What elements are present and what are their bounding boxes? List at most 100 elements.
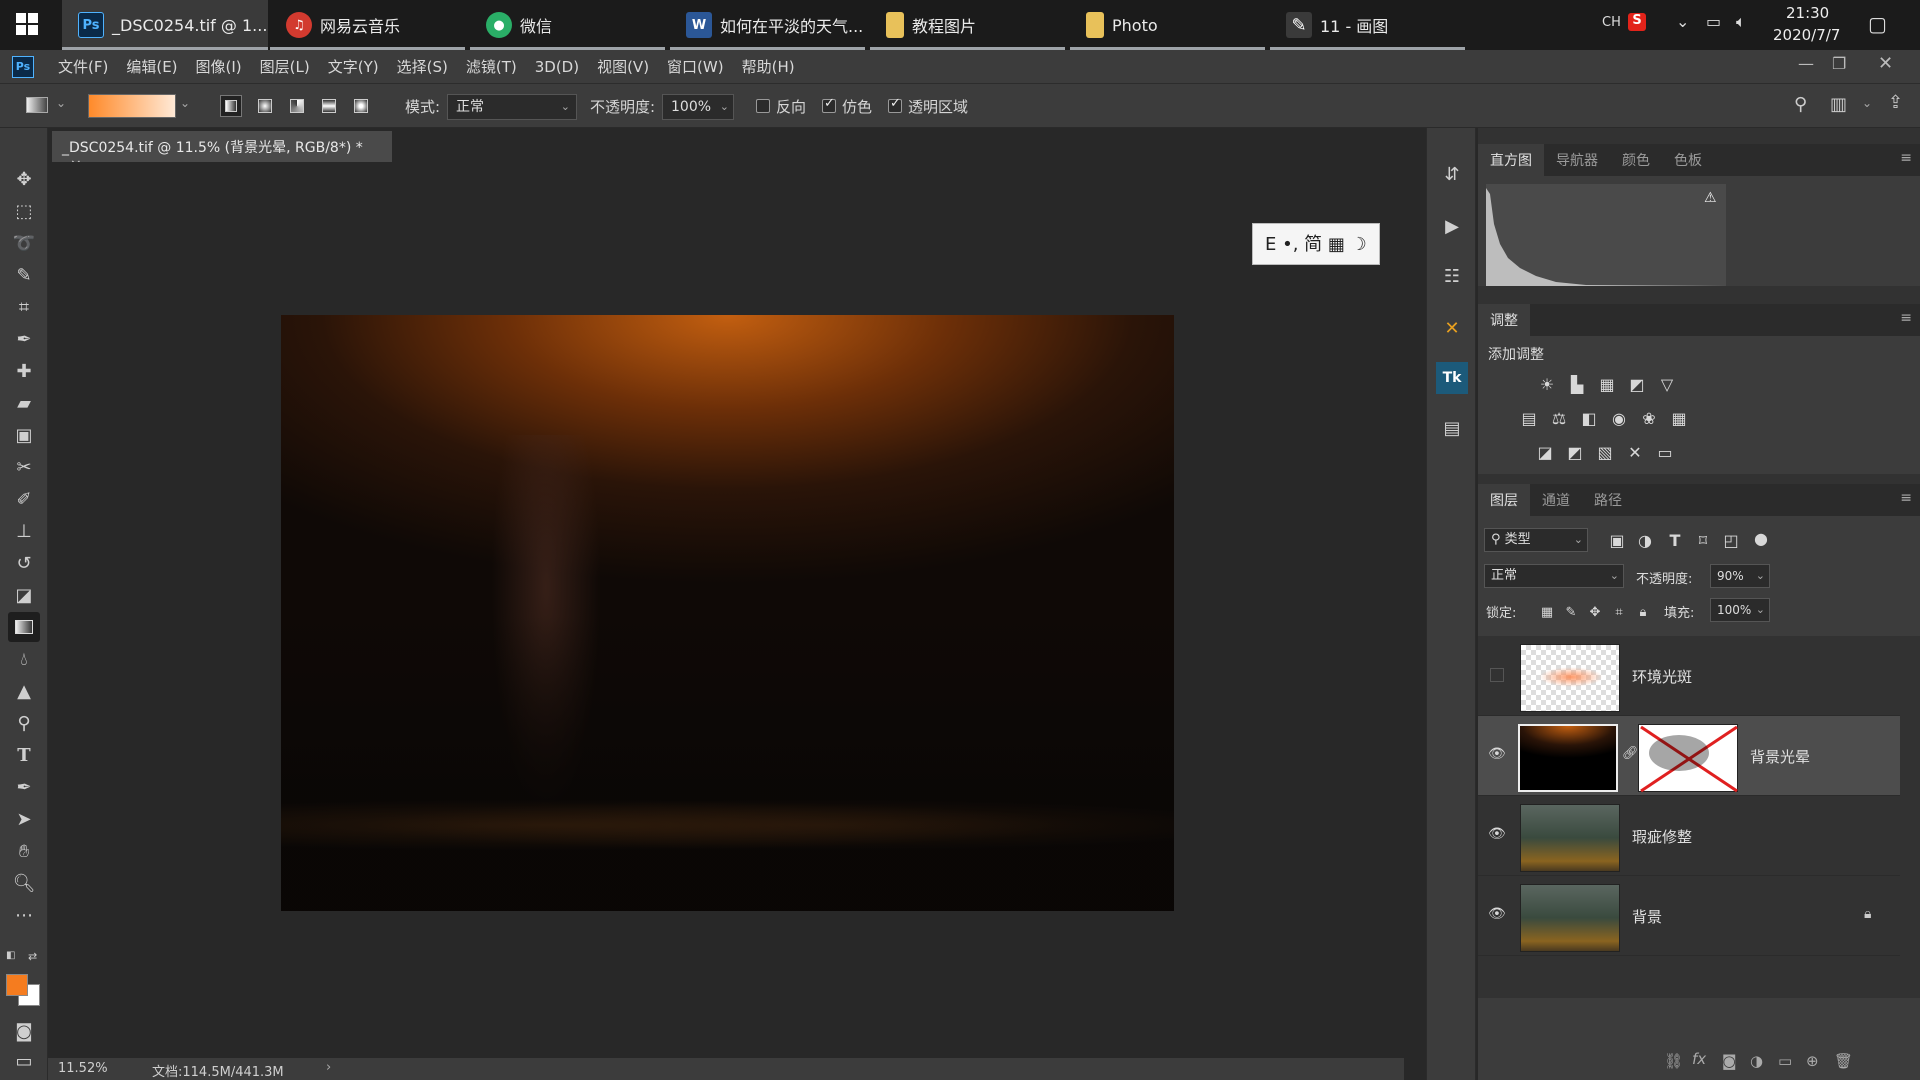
screen-mode-icon[interactable]: ▭: [8, 1046, 40, 1076]
gradient-tool-preset-icon[interactable]: [26, 97, 48, 113]
move-tool-icon[interactable]: ✥: [8, 164, 40, 194]
vibrance-icon[interactable]: ▽: [1656, 374, 1678, 394]
brightness-contrast-icon[interactable]: ☀: [1536, 374, 1558, 394]
volume-icon[interactable]: 🔈︎: [1736, 12, 1746, 32]
more-tools-icon[interactable]: ⋯: [8, 900, 40, 930]
zoom-level[interactable]: 11.52%: [58, 1061, 108, 1076]
selective-color-icon[interactable]: ✕: [1624, 442, 1646, 462]
filter-adjustment-icon[interactable]: ◑: [1634, 530, 1656, 550]
document-tab[interactable]: _DSC0254.tif @ 11.5% (背景光晕, RGB/8*) * ×: [52, 131, 392, 173]
menu-3d[interactable]: 3D(D): [535, 58, 579, 76]
task-paint[interactable]: ✎ 11 - 画图: [1270, 0, 1465, 50]
channel-mixer-icon[interactable]: ❀: [1638, 408, 1660, 428]
layer-name[interactable]: 环境光斑: [1632, 666, 1692, 687]
tab-swatches[interactable]: 色板: [1662, 144, 1714, 176]
task-photoshop[interactable]: Ps _DSC0254.tif @ 1...: [62, 0, 268, 50]
layer-thumbnail[interactable]: [1520, 644, 1620, 712]
lock-position-icon[interactable]: ✥: [1584, 602, 1606, 622]
filter-pixel-icon[interactable]: ▣: [1606, 530, 1628, 550]
tab-histogram[interactable]: 直方图: [1478, 144, 1544, 176]
quick-mask-icon[interactable]: ◙: [8, 1016, 40, 1046]
doc-info[interactable]: 文档:114.5M/441.3M: [152, 1061, 284, 1080]
new-adjustment-icon[interactable]: ◑: [1750, 1052, 1763, 1070]
search-icon[interactable]: ⚲: [1794, 94, 1807, 115]
layer-filter-select[interactable]: ⚲ 类型 ⌄: [1484, 528, 1588, 552]
layer-row[interactable]: 👁︎ 瑕疵修整: [1478, 796, 1900, 876]
layer-opacity-field[interactable]: 90% ⌄: [1710, 564, 1770, 588]
task-folder-photo[interactable]: Photo: [1070, 0, 1265, 50]
swap-colors-icon[interactable]: ⇄: [28, 950, 37, 963]
gradient-picker[interactable]: [88, 94, 176, 118]
type-tool-icon[interactable]: T: [8, 740, 40, 770]
blur-tool-icon[interactable]: 💧︎: [8, 644, 40, 674]
eye-icon[interactable]: 👁︎: [1488, 826, 1508, 842]
menu-filter[interactable]: 滤镜(T): [466, 56, 517, 77]
restore-icon[interactable]: ❐: [1832, 54, 1846, 73]
filter-shape-icon[interactable]: ⌑: [1692, 530, 1714, 550]
menu-file[interactable]: 文件(F): [58, 56, 108, 77]
color-lookup-icon[interactable]: ▦: [1668, 408, 1690, 428]
transparency-checkbox[interactable]: [888, 96, 902, 113]
actions-play-icon[interactable]: ▶: [1436, 210, 1468, 242]
chevron-down-icon[interactable]: ⌄: [56, 96, 66, 110]
eraser-tool-icon[interactable]: ◪: [8, 580, 40, 610]
workspace-icon[interactable]: ▥: [1830, 94, 1847, 115]
linear-gradient-button[interactable]: [220, 95, 242, 117]
ime-status-badge[interactable]: E •, 简 ▦ ☽: [1252, 223, 1380, 265]
link-icon[interactable]: 🔗︎: [1622, 746, 1639, 761]
menu-edit[interactable]: 编辑(E): [126, 56, 177, 77]
layer-thumbnail[interactable]: [1520, 804, 1620, 872]
history-panel-icon[interactable]: ⇵: [1436, 158, 1468, 190]
close-icon[interactable]: ✕: [1878, 53, 1893, 74]
brush-settings-icon[interactable]: ✕: [1436, 312, 1468, 344]
marquee-tool-icon[interactable]: ⬚: [8, 196, 40, 226]
color-balance-icon[interactable]: ⚖: [1548, 408, 1570, 428]
lock-artboard-icon[interactable]: ⌗: [1608, 602, 1630, 622]
radial-gradient-button[interactable]: [254, 95, 276, 117]
mode-select[interactable]: 正常 ⌄: [447, 94, 577, 120]
tab-layers[interactable]: 图层: [1478, 484, 1530, 516]
new-group-icon[interactable]: ▭: [1778, 1052, 1792, 1070]
chevron-down-icon[interactable]: ⌄: [180, 96, 190, 110]
levels-icon[interactable]: ▙: [1566, 374, 1588, 394]
lock-pixels-icon[interactable]: ✎: [1560, 602, 1582, 622]
path-selection-tool-icon[interactable]: ➤: [8, 804, 40, 834]
blend-mode-select[interactable]: 正常 ⌄: [1484, 564, 1624, 588]
menu-image[interactable]: 图像(I): [196, 56, 242, 77]
reverse-checkbox[interactable]: [756, 99, 770, 113]
eyedropper-tool-icon[interactable]: ✒: [8, 324, 40, 354]
zoom-tool-icon[interactable]: 🔍︎: [8, 868, 40, 898]
plugin-tk-icon[interactable]: Tk: [1436, 362, 1468, 394]
exposure-icon[interactable]: ◩: [1626, 374, 1648, 394]
gradient-tool-icon[interactable]: [8, 612, 40, 642]
chevron-down-icon[interactable]: ⌄: [1862, 96, 1872, 110]
task-netease-music[interactable]: ♫ 网易云音乐: [270, 0, 465, 50]
black-white-icon[interactable]: ◧: [1578, 408, 1600, 428]
visibility-toggle[interactable]: [1490, 668, 1504, 682]
history-brush-tool-icon[interactable]: ↺: [8, 548, 40, 578]
menu-window[interactable]: 窗口(W): [667, 56, 724, 77]
layer-thumbnail[interactable]: [1518, 724, 1618, 792]
menu-view[interactable]: 视图(V): [597, 56, 649, 77]
fill-field[interactable]: 100% ⌄: [1710, 598, 1770, 622]
lock-all-icon[interactable]: 🔒︎: [1632, 602, 1654, 622]
chevron-up-icon[interactable]: ⌄: [1676, 12, 1689, 31]
panel-menu-icon[interactable]: ≡: [1900, 150, 1912, 166]
language-indicator[interactable]: CH: [1602, 15, 1621, 30]
warning-icon[interactable]: ⚠: [1704, 190, 1717, 206]
lasso-tool-icon[interactable]: ➰: [8, 228, 40, 258]
minimize-icon[interactable]: —: [1798, 54, 1814, 73]
frame-tool-icon[interactable]: ▣: [8, 420, 40, 450]
crop-tool-icon[interactable]: ⌗: [8, 292, 40, 322]
layer-row[interactable]: 👁︎ 🔗︎ 背景光晕: [1478, 716, 1900, 796]
foreground-color-swatch[interactable]: [6, 974, 28, 996]
libraries-panel-icon[interactable]: ▤: [1436, 412, 1468, 444]
document-canvas[interactable]: [281, 315, 1174, 911]
fx-icon[interactable]: fx: [1692, 1050, 1706, 1068]
brush-tool-icon[interactable]: ✐: [8, 484, 40, 514]
hand-tool-icon[interactable]: ✋︎: [8, 836, 40, 866]
tab-channels[interactable]: 通道: [1530, 484, 1582, 516]
curves-icon[interactable]: ▦: [1596, 374, 1618, 394]
clone-stamp-tool-icon[interactable]: ⊥: [8, 516, 40, 546]
layer-mask-thumbnail[interactable]: [1638, 724, 1738, 793]
